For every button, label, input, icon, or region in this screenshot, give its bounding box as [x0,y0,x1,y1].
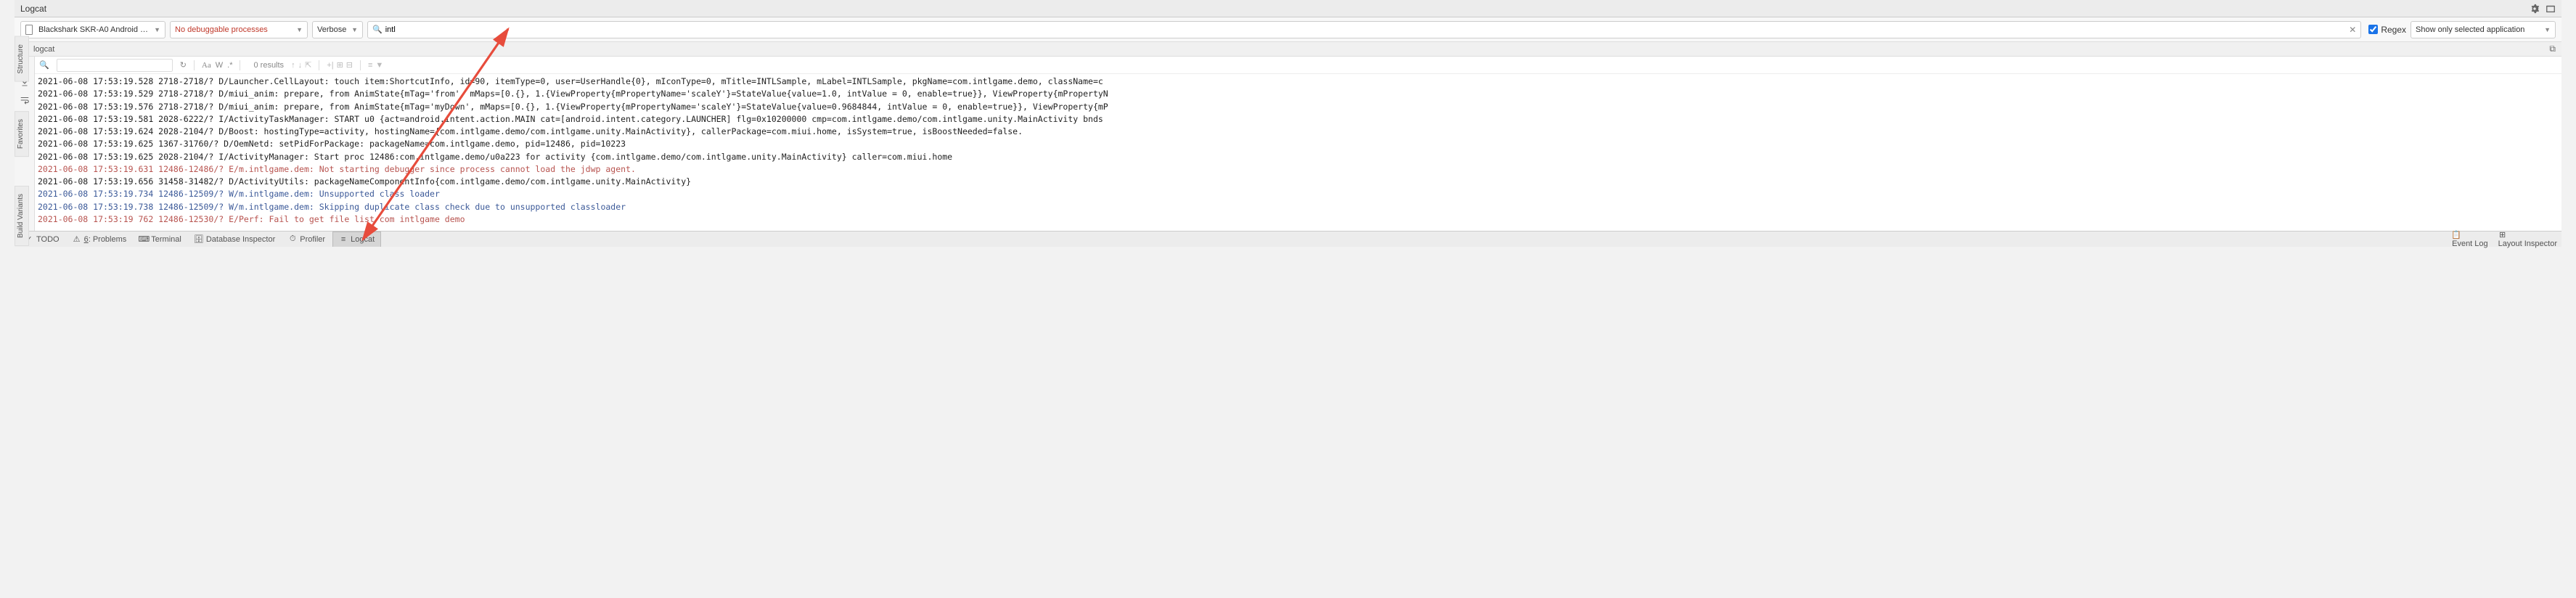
term-icon: ⌨ [139,235,148,244]
log-line[interactable]: 2021-06-08 17:53:19 762 12486-12530/? E/… [38,213,2559,226]
filter-selector[interactable]: Show only selected application ▼ [2411,21,2556,38]
log-line[interactable]: 2021-06-08 17:53:19.738 12486-12509/? W/… [38,201,2559,213]
search-box[interactable]: 🔍 ✕ [367,21,2361,38]
bottom-tab-label: Profiler [300,235,325,244]
log-line[interactable]: 2021-06-08 17:53:19.625 2028-2104/? I/Ac… [38,151,2559,163]
filter-text: Show only selected application [2416,25,2541,34]
log-line[interactable]: 2021-06-08 17:53:19.625 1367-31760/? D/O… [38,138,2559,150]
bottom-tab-database-inspector[interactable]: 🗄Database Inspector [189,232,281,247]
regex-label: Regex [2381,25,2406,35]
find-input[interactable] [57,59,173,72]
logcat-icon: ≡ [339,235,348,244]
side-tab-structure[interactable]: Structure [15,36,29,82]
filter-icon[interactable]: ≡ [368,61,372,70]
funnel-icon[interactable]: ▼ [375,61,383,70]
regex-find-icon[interactable]: .* [227,61,232,70]
log-line[interactable]: 2021-06-08 17:53:19.734 12486-12509/? W/… [38,188,2559,200]
db-icon: 🗄 [195,235,203,244]
level-text: Verbose [317,25,348,34]
bottom-tab-profiler[interactable]: ⏱Profiler [282,232,331,247]
bottom-tab-label: 6: Problems [84,235,127,244]
log-line[interactable]: 2021-06-08 17:53:19.529 2718-2718/? D/mi… [38,88,2559,100]
process-text: No debuggable processes [175,25,293,34]
side-tab-build-variants[interactable]: Build Variants [15,186,29,246]
prof-icon: ⏱ [288,235,297,244]
log-line[interactable]: 2021-06-08 17:53:19.631 12486-12486/? E/… [38,163,2559,176]
find-history-icon[interactable]: ↻ [180,60,187,70]
find-results-count: 0 results [253,61,284,70]
log-line[interactable]: 2021-06-08 17:53:19.581 2028-6222/? I/Ac… [38,113,2559,126]
log-output[interactable]: 2021-06-08 17:53:19.528 2718-2718/? D/La… [35,74,2561,231]
clear-search-icon[interactable]: ✕ [2349,25,2356,35]
log-line[interactable]: 2021-06-08 17:53:19.624 2028-2104/? D/Bo… [38,126,2559,138]
bottom-tab-label: Terminal [151,235,181,244]
chevron-down-icon: ▼ [296,26,303,33]
warn-icon: ⚠ [73,235,81,244]
filter-bar: Blackshark SKR-A0 Android 10, ▼ No debug… [15,17,2561,42]
search-input[interactable] [385,25,2347,34]
search-icon: 🔍 [372,25,383,34]
find-select-all-icon[interactable]: ⊞ [337,60,343,70]
panel-header: Logcat [15,0,2561,17]
find-add-selection-icon[interactable]: +| [327,61,333,70]
event-log-button[interactable]: 📋 Event Log [2452,231,2488,248]
regex-checkbox[interactable]: Regex [2368,25,2406,35]
hide-icon[interactable] [2546,4,2556,14]
log-line[interactable]: 2021-06-08 17:53:19.576 2718-2718/? D/mi… [38,101,2559,113]
panel-title: Logcat [20,4,46,14]
bottom-tab-label: Database Inspector [206,235,275,244]
find-bar: 🔍 ↻ Aa W .* 0 results ↑ ↓ ⇱ +| [35,57,2561,74]
find-search-icon[interactable]: 🔍 [39,60,49,70]
layout-inspector-button[interactable]: ⊞ Layout Inspector [2498,231,2557,248]
find-prev-icon[interactable]: ↑ [291,61,295,70]
device-selector[interactable]: Blackshark SKR-A0 Android 10, ▼ [20,21,165,38]
log-line[interactable]: 2021-06-08 17:53:19.528 2718-2718/? D/La… [38,75,2559,88]
bottom-bar: ✓TODO⚠6: Problems⌨Terminal🗄Database Insp… [15,231,2561,247]
side-tab-favorites[interactable]: Favorites [15,111,29,157]
words-icon[interactable]: W [216,61,223,70]
chevron-down-icon: ▼ [351,26,358,33]
find-export-icon[interactable]: ⇱ [305,60,311,70]
process-selector[interactable]: No debuggable processes ▼ [170,21,308,38]
find-remove-selection-icon[interactable]: ⊟ [346,60,353,70]
regex-checkbox-input[interactable] [2368,25,2378,34]
bottom-tab-terminal[interactable]: ⌨Terminal [134,232,187,247]
log-line[interactable]: 2021-06-08 17:53:19.656 31458-31482/? D/… [38,176,2559,188]
device-icon [25,25,33,35]
inner-tab-row: logcat ⧉ [15,42,2561,57]
bottom-tab-logcat[interactable]: ≡Logcat [332,232,381,247]
bottom-tab-6-problems[interactable]: ⚠6: Problems [67,232,133,247]
side-panel-toggle-icon[interactable]: ⧉ [2549,44,2556,54]
match-case-icon[interactable]: Aa [202,61,211,70]
find-next-icon[interactable]: ↓ [298,61,303,70]
inner-tab-label[interactable]: logcat [33,45,54,54]
gear-icon[interactable] [2530,4,2540,14]
bottom-tab-label: Logcat [351,235,375,244]
device-text: Blackshark SKR-A0 Android 10, [38,25,151,34]
chevron-down-icon: ▼ [154,26,160,33]
bottom-tab-label: TODO [36,235,60,244]
chevron-down-icon: ▼ [2544,26,2551,33]
log-level-selector[interactable]: Verbose ▼ [312,21,363,38]
